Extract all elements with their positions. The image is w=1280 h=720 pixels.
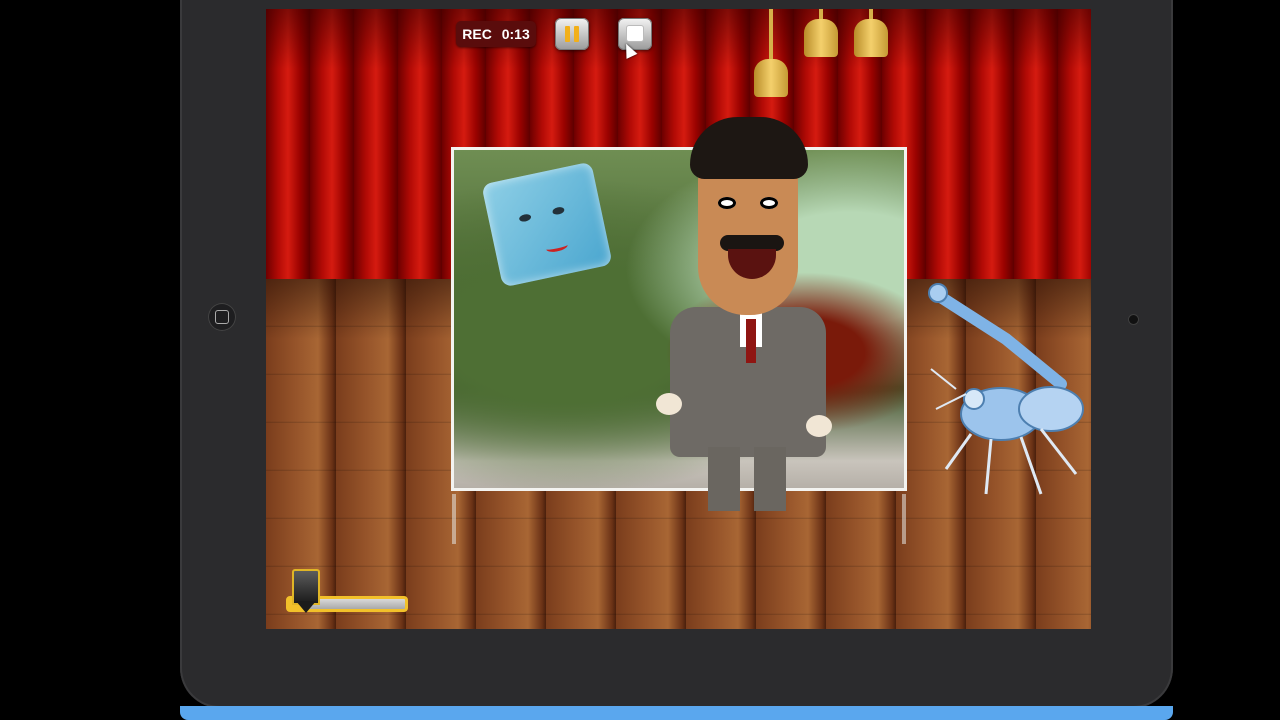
volume-slider-knob[interactable] bbox=[292, 569, 320, 613]
cartoon-man-in-suit[interactable] bbox=[656, 117, 856, 527]
gold-tassel[interactable] bbox=[854, 9, 888, 61]
rec-label: REC bbox=[462, 26, 492, 42]
recording-indicator: REC 0:13 bbox=[456, 21, 536, 47]
easel-leg bbox=[902, 494, 906, 544]
curtain-shadow bbox=[266, 9, 1091, 69]
home-button-icon[interactable] bbox=[208, 303, 236, 331]
stop-icon bbox=[627, 26, 643, 41]
stage-screen: REC 0:13 bbox=[266, 9, 1091, 629]
camera-icon bbox=[1129, 315, 1138, 324]
easel-leg bbox=[452, 494, 456, 544]
pause-button[interactable] bbox=[555, 18, 589, 50]
rec-time: 0:13 bbox=[501, 26, 530, 42]
gold-tassel[interactable] bbox=[754, 9, 788, 99]
robot-scorpion[interactable] bbox=[926, 269, 1091, 509]
device-edge bbox=[180, 706, 1173, 720]
gold-tassel[interactable] bbox=[804, 9, 838, 61]
